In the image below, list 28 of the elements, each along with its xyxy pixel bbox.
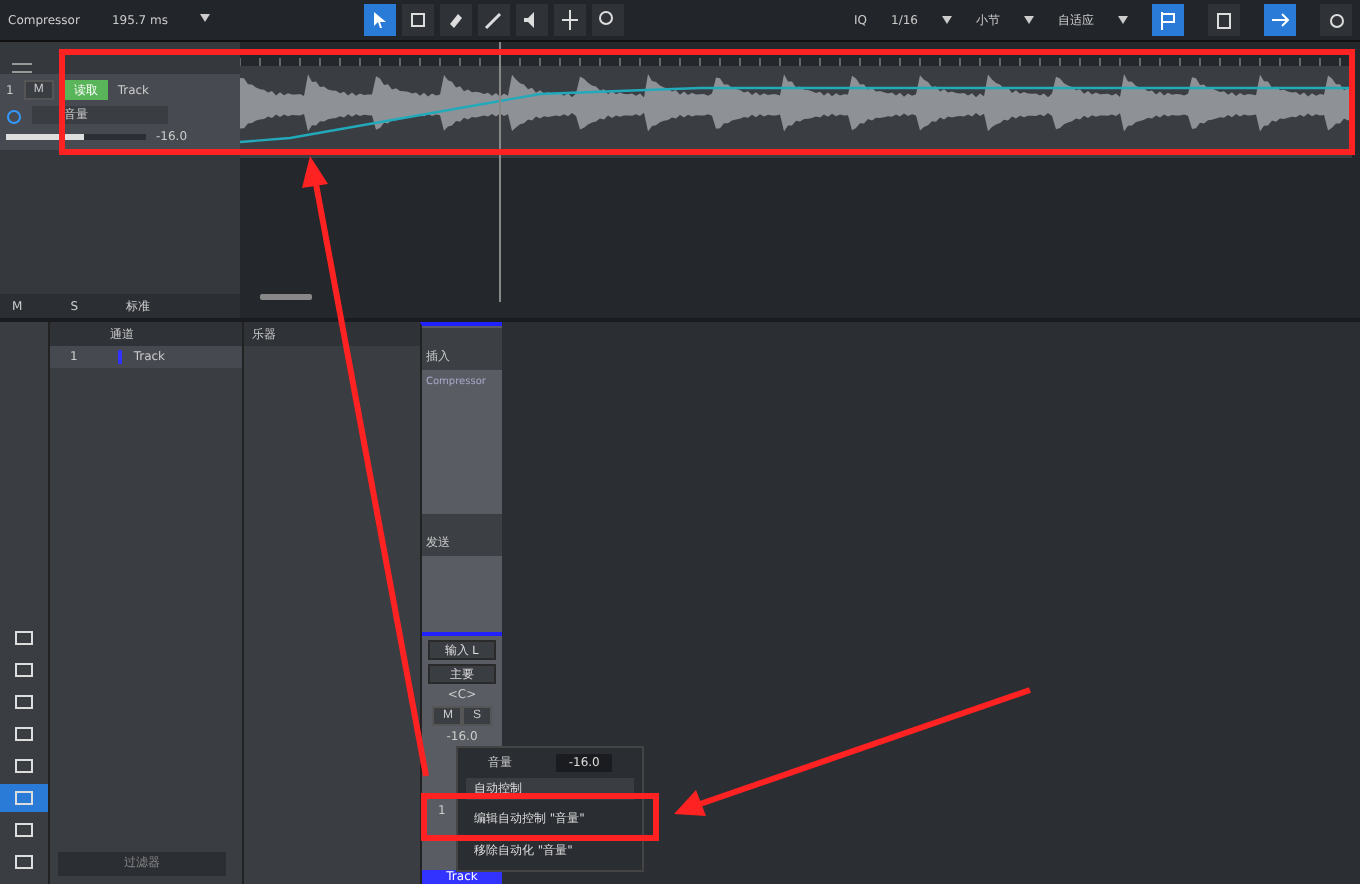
- caret-icon: [200, 13, 210, 21]
- range-tool-button[interactable]: [402, 4, 434, 36]
- caret-icon: [942, 16, 952, 24]
- settings-icon: [1327, 11, 1345, 29]
- flag-icon: [1160, 11, 1176, 29]
- list-icon[interactable]: [12, 60, 32, 76]
- caret-icon: [1118, 16, 1128, 24]
- caret-icon: [1024, 16, 1034, 24]
- volume-slider[interactable]: [6, 134, 146, 140]
- mute-tool-button[interactable]: [516, 4, 548, 36]
- pencil-icon: [484, 10, 504, 30]
- zoom-icon: [598, 10, 618, 30]
- arrow-right-icon: [1271, 12, 1289, 28]
- power-icon[interactable]: [6, 107, 22, 123]
- arrow-icon: [370, 10, 390, 30]
- settings-button[interactable]: [1320, 4, 1352, 36]
- arrow-tool-button[interactable]: [364, 4, 396, 36]
- pencil-tool-button[interactable]: [478, 4, 510, 36]
- eraser-tool-button[interactable]: [440, 4, 472, 36]
- eraser-icon: [446, 10, 466, 30]
- range-icon: [408, 10, 428, 30]
- flag-button[interactable]: [1152, 4, 1184, 36]
- zoom-tool-button[interactable]: [592, 4, 624, 36]
- arrow-right-button[interactable]: [1264, 4, 1296, 36]
- panel-icon: [1216, 11, 1232, 29]
- split-icon: [560, 10, 580, 30]
- split-tool-button[interactable]: [554, 4, 586, 36]
- panel-button[interactable]: [1208, 4, 1240, 36]
